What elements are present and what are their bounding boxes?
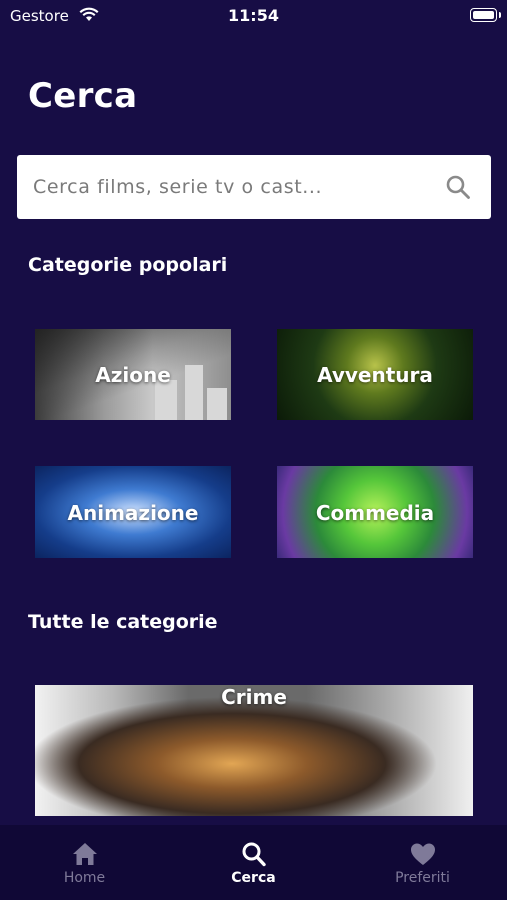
search-icon[interactable]: [445, 174, 471, 200]
tab-bar: Home Cerca Preferiti: [0, 825, 507, 900]
category-tile-animazione[interactable]: Animazione: [35, 466, 231, 558]
tab-favorites-label: Preferiti: [395, 870, 450, 886]
tab-search-label: Cerca: [231, 870, 276, 886]
status-bar: Gestore 11:54: [0, 0, 507, 30]
tile-image-detail: [207, 388, 227, 420]
search-bar[interactable]: [17, 155, 491, 219]
all-categories-heading: Tutte le categorie: [28, 611, 218, 633]
popular-categories-heading: Categorie popolari: [28, 254, 228, 276]
category-tile-avventura[interactable]: Avventura: [277, 329, 473, 420]
category-label-avventura: Avventura: [317, 363, 433, 387]
tab-home[interactable]: Home: [0, 825, 169, 900]
tab-favorites[interactable]: Preferiti: [338, 825, 507, 900]
category-label-animazione: Animazione: [67, 501, 199, 525]
tab-home-label: Home: [63, 870, 106, 886]
category-label-commedia: Commedia: [315, 501, 435, 525]
category-label-crime: Crime: [221, 685, 287, 709]
search-input[interactable]: [33, 155, 433, 219]
category-tile-commedia[interactable]: Commedia: [277, 466, 473, 558]
category-tile-azione[interactable]: Azione: [35, 329, 231, 420]
battery-icon: [470, 8, 497, 22]
search-icon: [242, 842, 266, 867]
heart-icon: [411, 843, 435, 865]
search-screen: Gestore 11:54 Cerca Categorie popolari A…: [0, 0, 507, 900]
tab-search[interactable]: Cerca: [169, 825, 338, 900]
category-label-azione: Azione: [95, 363, 171, 387]
home-icon: [73, 843, 97, 865]
page-title: Cerca: [28, 76, 138, 116]
status-time: 11:54: [228, 6, 279, 25]
category-tile-crime[interactable]: Crime: [35, 685, 473, 816]
